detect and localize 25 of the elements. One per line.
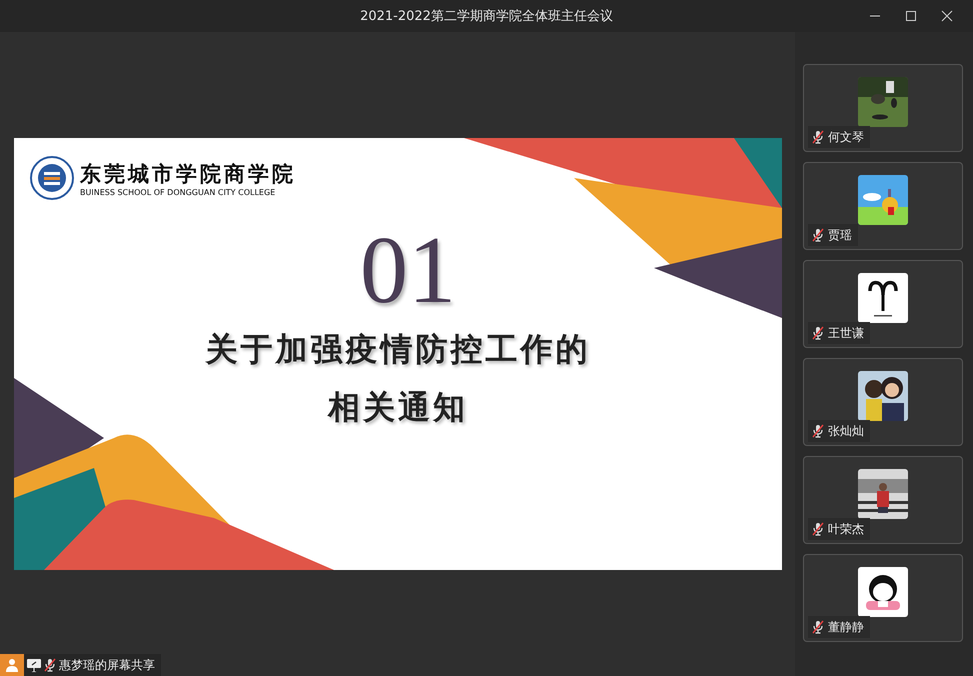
participant-name: 张灿灿 [828,422,864,440]
user-button[interactable] [0,654,24,676]
participant-name: 叶荣杰 [828,520,864,538]
participant-tile[interactable]: 董静静 [803,554,963,642]
maximize-icon [905,10,917,22]
screen-share-icon [27,658,41,672]
participant-tile[interactable]: 贾瑶 [803,162,963,250]
person-icon [5,658,19,672]
participant-name: 董静静 [828,618,864,636]
participant-tile[interactable]: 王世谦 [803,260,963,348]
slide-title: 关于加强疫情防控工作的 [206,329,590,370]
college-subtitle: BUINESS SCHOOL OF DONGGUAN CITY COLLEGE [80,188,276,196]
participant-name: 何文琴 [828,128,864,146]
window-title: 2021-2022第二学期商学院全体班主任会议 [360,8,613,25]
college-emblem-icon [30,156,74,200]
participant-tile[interactable]: 张灿灿 [803,358,963,446]
participant-name: 王世谦 [828,324,864,342]
college-name: 东莞城市学院商学院 [80,160,296,188]
slide-title: 相关通知 [328,387,468,428]
participant-tile[interactable]: 何文琴 [803,64,963,152]
participant-tile[interactable]: 叶荣杰 [803,456,963,544]
close-icon [941,10,953,22]
screen-share-label: 惠梦瑶的屏幕共享 [59,656,155,674]
participant-name: 贾瑶 [828,226,852,244]
section-number: 01 [360,220,456,320]
